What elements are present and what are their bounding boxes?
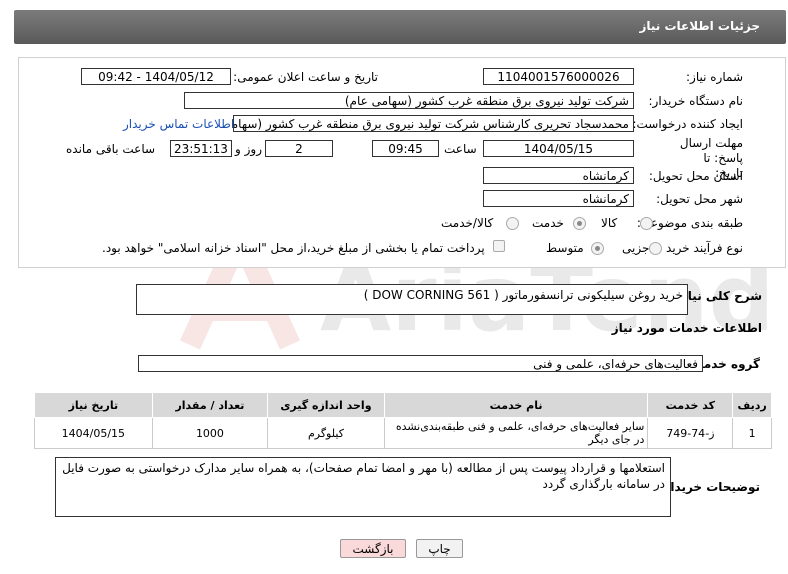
process-option-minor: جزیی [622, 241, 650, 255]
announce-date-field: 1404/05/12 - 09:42 [81, 68, 231, 85]
process-option-medium: متوسط [546, 241, 584, 255]
days-field: 2 [265, 140, 333, 157]
service-group-field: فعالیت‌های حرفه‌ای، علمی و فنی [138, 355, 703, 372]
col-code: کد خدمت [647, 392, 734, 418]
buyer-field: شرکت تولید نیروی برق منطقه غرب کشور (سها… [184, 92, 634, 109]
process-radio-medium[interactable] [591, 242, 604, 255]
province-label: استان محل تحویل: [648, 169, 743, 183]
back-button[interactable]: بازگشت [340, 539, 406, 558]
cell-row: 1 [732, 417, 772, 449]
payment-note: پرداخت تمام یا بخشی از مبلغ خرید،از محل … [102, 241, 485, 255]
deadline-time-field: 09:45 [372, 140, 439, 157]
creator-label: ایجاد کننده درخواست: [632, 117, 743, 131]
cell-unit: کیلوگرم [267, 417, 385, 449]
need-number-label: شماره نیاز: [686, 70, 743, 84]
city-field: کرمانشاه [483, 190, 634, 207]
deadline-time-label: ساعت [444, 142, 477, 156]
buyer-contact-link[interactable]: اطلاعات تماس خریدار [123, 117, 234, 131]
col-date: تاریخ نیاز [34, 392, 153, 418]
buyer-label: نام دستگاه خریدار: [648, 94, 744, 108]
treasury-payment-checkbox[interactable] [493, 240, 505, 252]
remaining-time-field: 23:51:13 [170, 140, 232, 157]
cell-code: ز-74-749 [647, 417, 734, 449]
province-field: کرمانشاه [483, 167, 634, 184]
days-label: روز و [235, 142, 262, 156]
col-qty: تعداد / مقدار [151, 392, 269, 418]
table-row: 1 ز-74-749 سایر فعالیت‌های حرفه‌ای، علمی… [34, 417, 772, 449]
page-header: جزئیات اطلاعات نیاز [14, 10, 786, 44]
remaining-label: ساعت باقی مانده [66, 142, 156, 156]
col-name: نام خدمت [383, 392, 649, 418]
category-radio-goods-service[interactable] [506, 217, 519, 230]
summary-field: خرید روغن سیلیکونی ترانسفورماتور ( DOW C… [136, 284, 688, 315]
cell-qty: 1000 [151, 417, 269, 449]
col-row: ردیف [732, 392, 772, 418]
announce-label: تاریخ و ساعت اعلان عمومی: [233, 70, 378, 84]
need-info-panel [18, 57, 786, 268]
creator-field: محمدسجاد تحریری کارشناس شرکت تولید نیروی… [233, 115, 634, 132]
city-label: شهر محل تحویل: [656, 192, 743, 206]
print-button[interactable]: چاپ [416, 539, 463, 558]
col-unit: واحد اندازه گیری [267, 392, 385, 418]
category-option-goods: کالا [601, 216, 618, 230]
process-label: نوع فرآیند خرید : [658, 241, 743, 255]
cell-date: 1404/05/15 [34, 417, 153, 449]
buyer-notes-field: استعلامها و قرارداد پیوست پس از مطالعه (… [55, 457, 671, 517]
deadline-date-field: 1404/05/15 [483, 140, 634, 157]
category-radio-service[interactable] [573, 217, 586, 230]
process-radio-minor[interactable] [649, 242, 662, 255]
category-option-service: خدمت [532, 216, 564, 230]
cell-name: سایر فعالیت‌های حرفه‌ای، علمی و فنی طبقه… [383, 417, 649, 449]
category-radio-goods[interactable] [640, 217, 653, 230]
summary-label: شرح کلی نیاز: [676, 289, 762, 303]
buyer-notes-label: توضیحات خریدار: [658, 480, 760, 494]
services-section-title: اطلاعات خدمات مورد نیاز [611, 321, 762, 335]
services-table: ردیف کد خدمت نام خدمت واحد اندازه گیری ت… [34, 392, 772, 449]
page-title: جزئیات اطلاعات نیاز [639, 19, 760, 33]
category-option-goods-service: کالا/خدمت [441, 216, 494, 230]
need-number-field: 1104001576000026 [483, 68, 634, 85]
